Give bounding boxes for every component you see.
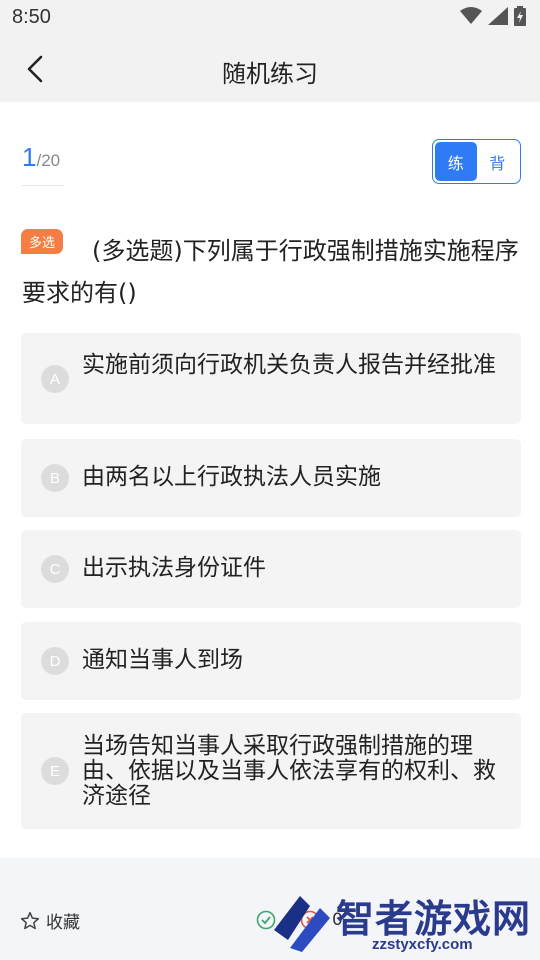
signal-icon: [488, 7, 508, 25]
memorize-mode-button[interactable]: 背: [477, 142, 519, 181]
wifi-icon: [460, 7, 482, 24]
progress-total: /20: [36, 151, 61, 170]
option-letter: A: [41, 365, 69, 393]
option-a[interactable]: A 实施前须向行政机关负责人报告并经批准: [21, 333, 521, 424]
option-letter: B: [41, 464, 69, 492]
progress-underline: [22, 185, 64, 186]
progress-current: 1: [22, 142, 37, 172]
watermark: 智者游戏网 zzstyxcfy.com: [270, 888, 540, 960]
option-letter: E: [41, 757, 69, 785]
option-text: 实施前须向行政机关负责人报告并经批准: [82, 352, 496, 378]
option-text: 由两名以上行政执法人员实施: [82, 464, 381, 490]
question-progress: 1/20: [22, 142, 64, 188]
status-bar: 8:50: [0, 0, 540, 36]
page-title: 随机练习: [222, 60, 318, 88]
watermark-url: zzstyxcfy.com: [372, 936, 473, 953]
watermark-name: 智者游戏网: [336, 897, 532, 941]
option-b[interactable]: B 由两名以上行政执法人员实施: [21, 439, 521, 517]
favorite-label: 收藏: [46, 913, 80, 933]
nav-bar: 随机练习: [0, 36, 540, 102]
option-letter: C: [41, 555, 69, 583]
status-icons: [460, 6, 526, 26]
option-d[interactable]: D 通知当事人到场: [21, 622, 521, 700]
watermark-logo-icon: [274, 896, 330, 952]
option-text: 通知当事人到场: [82, 647, 243, 673]
option-c[interactable]: C 出示执法身份证件: [21, 530, 521, 608]
status-time: 8:50: [12, 6, 51, 28]
mode-toggle: 练 背: [432, 139, 521, 184]
question-text: (多选题)下列属于行政强制措施实施程序要求的有(): [22, 237, 519, 307]
practice-mode-button[interactable]: 练: [435, 142, 477, 181]
option-text: 当场告知当事人采取行政强制措施的理由、依据以及当事人依法享有的权利、救济途径: [82, 733, 496, 809]
option-text: 出示执法身份证件: [82, 555, 266, 581]
star-icon: [20, 911, 40, 929]
battery-icon: [514, 6, 526, 26]
favorite-button[interactable]: 收藏: [20, 908, 80, 933]
option-e[interactable]: E 当场告知当事人采取行政强制措施的理由、依据以及当事人依法享有的权利、救济途径: [21, 713, 521, 829]
option-letter: D: [41, 647, 69, 675]
